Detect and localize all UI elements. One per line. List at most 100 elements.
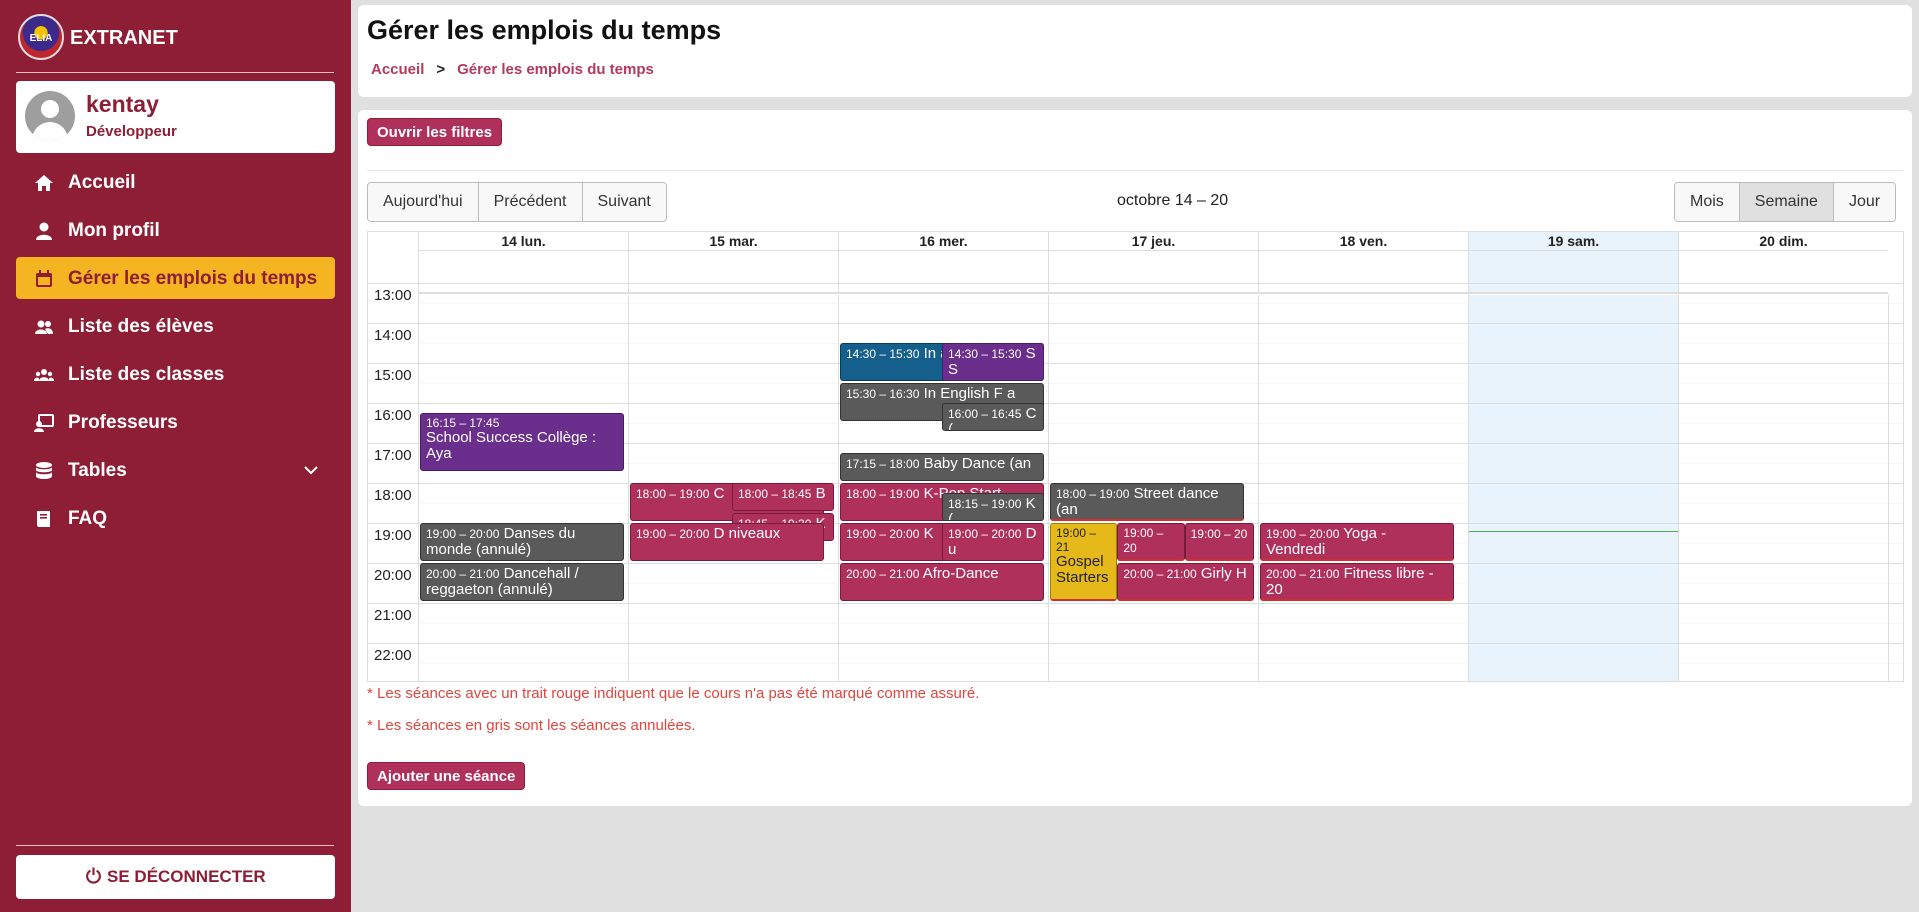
- event-title: D niveaux: [709, 525, 781, 542]
- hour-label: 14:00: [374, 327, 412, 344]
- event-time: 20:00 – 21:00: [1266, 567, 1340, 581]
- calendar-event[interactable]: 19:00 – 20:00 Yoga - Vendredi: [1260, 523, 1454, 561]
- user-name: kentay: [86, 91, 159, 117]
- day-header: 16 mer.: [838, 232, 1048, 251]
- sidebar-item-classes[interactable]: Liste des classes: [16, 353, 335, 395]
- open-filters-button[interactable]: Ouvrir les filtres: [367, 118, 503, 146]
- hour-label: 18:00: [374, 487, 412, 504]
- hour-line: [368, 603, 1903, 604]
- all-day-cell[interactable]: [418, 251, 628, 294]
- all-day-cell[interactable]: [1678, 251, 1888, 294]
- sidebar-item-faq[interactable]: FAQ: [16, 497, 335, 539]
- day-header: 20 dim.: [1678, 232, 1888, 251]
- event-time: 19:00 – 20: [1190, 527, 1248, 541]
- sidebar: ELIA EXTRANET kentay Développeur Accueil…: [0, 0, 351, 912]
- half-hour-line: [418, 463, 1903, 464]
- event-title: Baby Dance (an: [919, 455, 1032, 472]
- calendar-event[interactable]: 20:00 – 21:00 Fitness libre - 20: [1260, 563, 1454, 601]
- all-day-cell[interactable]: [628, 251, 838, 294]
- all-day-cell[interactable]: [1258, 251, 1468, 294]
- day-column-line: [628, 295, 629, 681]
- half-hour-line: [418, 663, 1903, 664]
- calendar-event[interactable]: 20:00 – 21:00 Afro-Dance: [840, 563, 1044, 601]
- sidebar-divider: [16, 72, 334, 73]
- prev-button[interactable]: Précédent: [478, 183, 583, 221]
- half-hour-line: [418, 423, 1903, 424]
- event-time: 19:00 – 20:00: [636, 527, 710, 541]
- hour-line: [368, 403, 1903, 404]
- event-title: Gospel Starters: [1056, 553, 1109, 586]
- sidebar-item-professeurs[interactable]: Professeurs: [16, 401, 335, 443]
- half-hour-line: [418, 303, 1903, 304]
- calendar-event[interactable]: 14:30 – 15:30 S S: [942, 343, 1044, 381]
- user-role: Développeur: [86, 123, 177, 140]
- event-time: 18:00 – 19:00: [636, 487, 710, 501]
- power-icon: [86, 867, 102, 884]
- note-gray-cancelled: * Les séances en gris sont les séances a…: [367, 717, 696, 734]
- day-header: 15 mar.: [628, 232, 838, 251]
- add-session-button[interactable]: Ajouter une séance: [367, 762, 526, 790]
- next-button[interactable]: Suivant: [582, 183, 666, 221]
- calendar-event[interactable]: 19:00 – 20: [1184, 523, 1254, 561]
- note-red-line: * Les séances avec un trait rouge indiqu…: [367, 685, 980, 702]
- all-day-cell[interactable]: [1468, 251, 1678, 294]
- calendar-event[interactable]: 20:00 – 21:00 Dancehall / reggaeton (ann…: [420, 563, 624, 601]
- logout-button[interactable]: SE DÉCONNECTER: [16, 855, 335, 899]
- day-header: 19 sam.: [1468, 232, 1678, 251]
- calendar-event[interactable]: 19:00 – 20:00 Danses du monde (annulé): [420, 523, 624, 561]
- calendar-event[interactable]: 16:15 – 17:45 School Success Collège : A…: [420, 413, 624, 471]
- all-day-cell[interactable]: [838, 251, 1048, 294]
- group-icon: [34, 369, 54, 381]
- event-time: 19:00 – 21: [1056, 526, 1097, 554]
- today-button[interactable]: Aujourd'hui: [368, 183, 479, 221]
- all-day-cell[interactable]: [1048, 251, 1258, 294]
- home-icon: [35, 175, 53, 191]
- calendar-icon: [36, 270, 52, 287]
- calendar-event[interactable]: 19:00 – 20:00 D u: [942, 523, 1044, 561]
- event-time: 18:00 – 19:00: [1056, 487, 1130, 501]
- event-time: 16:15 – 17:45: [426, 416, 500, 430]
- day-header: 18 ven.: [1258, 232, 1468, 251]
- view-day-button[interactable]: Jour: [1833, 183, 1896, 221]
- user-card[interactable]: kentay Développeur: [16, 81, 335, 153]
- user-icon: [36, 222, 52, 240]
- calendar-event[interactable]: 19:00 – 21 Gospel Starters: [1050, 523, 1118, 601]
- app-logo[interactable]: ELIA: [18, 14, 64, 60]
- chevron-down-icon[interactable]: [303, 462, 319, 478]
- hour-label: 22:00: [374, 647, 412, 664]
- event-title: B: [811, 485, 826, 502]
- view-week-button[interactable]: Semaine: [1739, 183, 1834, 221]
- day-column-line: [1048, 295, 1049, 681]
- hour-label: 13:00: [374, 287, 412, 304]
- event-time: 19:00 – 20: [1123, 526, 1164, 555]
- hour-label: 17:00: [374, 447, 412, 464]
- event-time: 19:00 – 20:00: [426, 527, 500, 541]
- calendar-event[interactable]: 18:00 – 19:00 Street dance (an: [1050, 483, 1244, 521]
- event-time: 15:30 – 16:30: [846, 387, 920, 401]
- calendar-event[interactable]: 18:15 – 19:00 K (: [942, 493, 1044, 521]
- event-time: 19:00 – 20:00: [1266, 527, 1340, 541]
- view-month-button[interactable]: Mois: [1675, 183, 1740, 221]
- event-title: K: [919, 525, 934, 542]
- sidebar-item-eleves[interactable]: Liste des élèves: [16, 305, 335, 347]
- sidebar-item-profil[interactable]: Mon profil: [16, 209, 335, 251]
- breadcrumb: Accueil > Gérer les emplois du temps: [371, 61, 654, 78]
- event-time: 16:00 – 16:45: [948, 407, 1022, 421]
- sidebar-item-tables[interactable]: Tables: [16, 449, 335, 491]
- avatar: [25, 91, 75, 141]
- calendar-event[interactable]: 16:00 – 16:45 C (: [942, 403, 1044, 431]
- breadcrumb-link-accueil[interactable]: Accueil: [371, 61, 424, 78]
- calendar-event[interactable]: 19:00 – 20: [1117, 523, 1185, 561]
- calendar-event[interactable]: 18:00 – 18:45 B: [732, 483, 834, 511]
- sidebar-item-emplois[interactable]: Gérer les emplois du temps: [16, 257, 335, 299]
- event-time: 19:00 – 20:00: [948, 527, 1022, 541]
- sidebar-item-accueil[interactable]: Accueil: [16, 161, 335, 203]
- half-hour-line: [418, 383, 1903, 384]
- calendar-event[interactable]: 17:15 – 18:00 Baby Dance (an: [840, 453, 1044, 481]
- calendar-event[interactable]: 20:00 – 21:00 Girly H: [1117, 563, 1254, 601]
- divider: [367, 170, 1903, 171]
- hour-label: 20:00: [374, 567, 412, 584]
- day-column-line: [1888, 295, 1889, 681]
- view-button-group: Mois Semaine Jour: [1674, 182, 1897, 222]
- calendar-event[interactable]: 19:00 – 20:00 D niveaux: [630, 523, 824, 561]
